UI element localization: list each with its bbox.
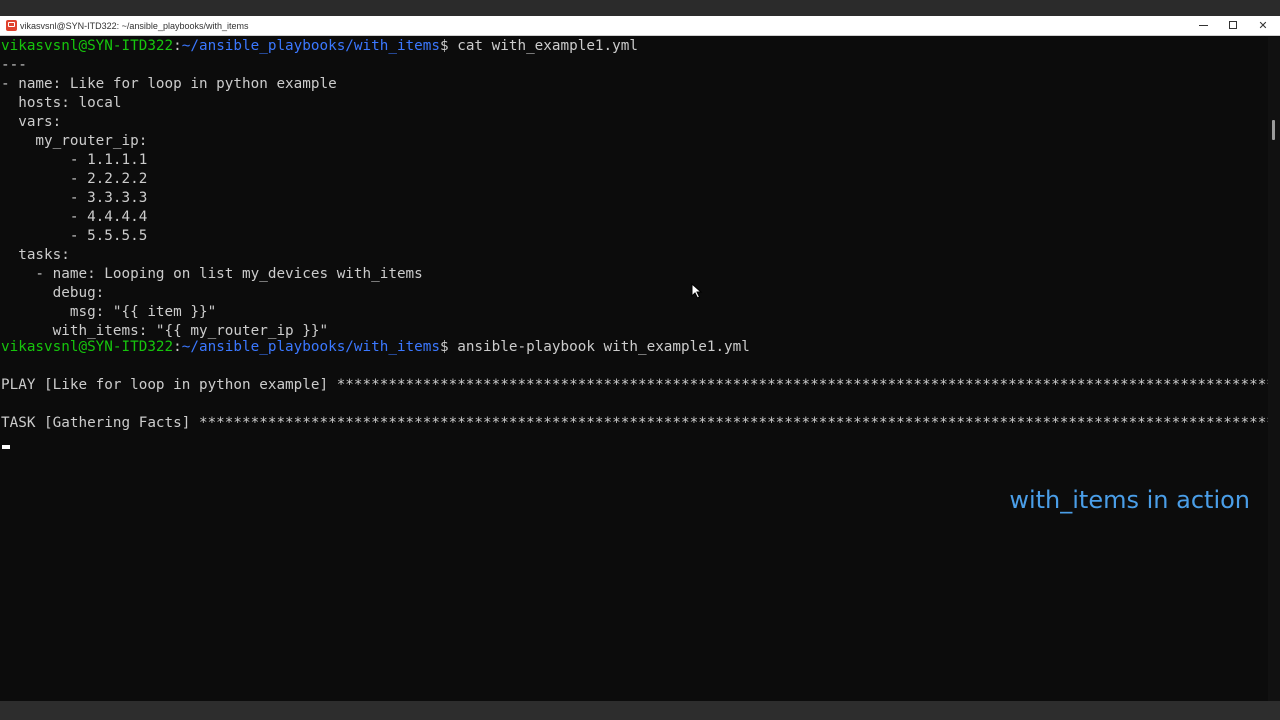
- bottom-frame: [0, 701, 1280, 720]
- yaml-line: debug:: [1, 285, 105, 301]
- terminal-output[interactable]: vikasvsnl@SYN-ITD322:~/ansible_playbooks…: [0, 37, 1268, 701]
- maximize-button[interactable]: [1218, 16, 1248, 35]
- yaml-line: - 4.4.4.4: [1, 209, 148, 225]
- task-header-line: TASK [Gathering Facts] *****************…: [1, 415, 1268, 431]
- yaml-line: hosts: local: [1, 95, 122, 111]
- play-header-line: PLAY [Like for loop in python example] *…: [1, 377, 1268, 393]
- scrollbar[interactable]: [1268, 37, 1280, 701]
- close-button[interactable]: ✕: [1248, 16, 1278, 35]
- command-ansible-playbook: ansible-playbook with_example1.yml: [448, 339, 750, 355]
- scrollbar-thumb[interactable]: [1272, 120, 1275, 140]
- mouse-pointer-icon: [691, 283, 703, 299]
- yaml-line: - name: Like for loop in python example: [1, 76, 337, 92]
- yaml-line: tasks:: [1, 247, 70, 263]
- yaml-line: ---: [1, 57, 27, 73]
- yaml-line: - 1.1.1.1: [1, 152, 148, 168]
- minimize-icon: [1199, 25, 1208, 26]
- prompt-user: vikasvsnl@SYN-ITD322: [1, 38, 174, 54]
- prompt-symbol: $: [440, 38, 449, 54]
- outer-frame: [0, 0, 1280, 16]
- prompt-separator: :: [173, 38, 182, 54]
- prompt-symbol: $: [440, 339, 449, 355]
- title-bar[interactable]: vikasvsnl@SYN-ITD322: ~/ansible_playbook…: [0, 16, 1280, 36]
- text-cursor: [2, 445, 10, 449]
- video-caption: with_items in action: [1009, 486, 1250, 514]
- prompt-path: ~/ansible_playbooks/with_items: [181, 38, 440, 54]
- prompt-path: ~/ansible_playbooks/with_items: [181, 339, 440, 355]
- yaml-line: - 5.5.5.5: [1, 228, 148, 244]
- close-icon: ✕: [1258, 19, 1268, 32]
- minimize-button[interactable]: [1188, 16, 1218, 35]
- command-cat: cat with_example1.yml: [448, 38, 638, 54]
- terminal-app-icon-glyph: [8, 22, 15, 27]
- yaml-line: msg: "{{ item }}": [1, 304, 217, 320]
- yaml-line: vars:: [1, 114, 62, 130]
- window-title: vikasvsnl@SYN-ITD322: ~/ansible_playbook…: [20, 21, 249, 31]
- yaml-line: my_router_ip:: [1, 133, 148, 149]
- prompt-user: vikasvsnl@SYN-ITD322: [1, 339, 174, 355]
- yaml-line: - 3.3.3.3: [1, 190, 148, 206]
- yaml-line: - 2.2.2.2: [1, 171, 148, 187]
- terminal-window: vikasvsnl@SYN-ITD322: ~/ansible_playbook…: [0, 0, 1280, 720]
- prompt-separator: :: [173, 339, 182, 355]
- prompt-line-1: vikasvsnl@SYN-ITD322:~/ansible_playbooks…: [1, 37, 638, 56]
- maximize-icon: [1229, 21, 1237, 29]
- terminal-app-icon: [6, 20, 17, 31]
- prompt-line-2: vikasvsnl@SYN-ITD322:~/ansible_playbooks…: [1, 338, 750, 357]
- yaml-line: - name: Looping on list my_devices with_…: [1, 266, 423, 282]
